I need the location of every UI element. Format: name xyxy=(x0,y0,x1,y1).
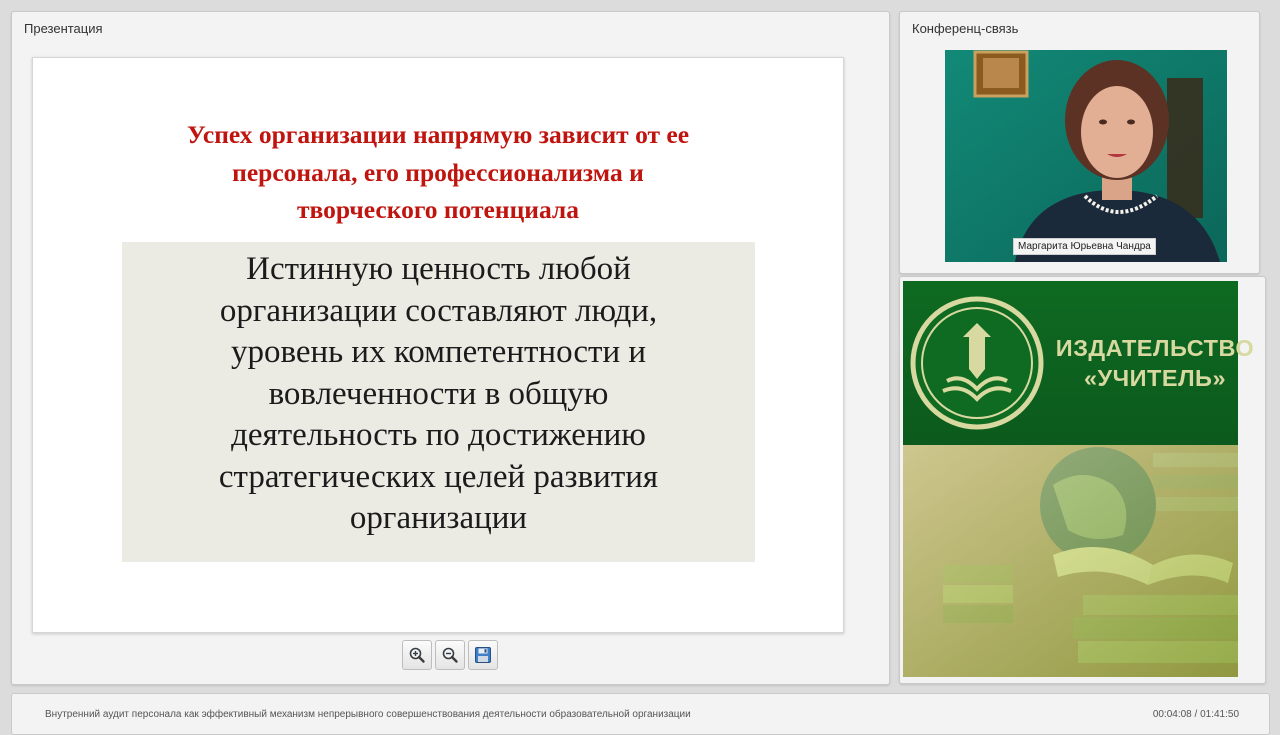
books-globe-illustration xyxy=(903,445,1238,677)
zoom-out-icon xyxy=(442,647,458,663)
presentation-panel: Презентация Успех организации напрямую з… xyxy=(11,11,890,685)
slide-heading-line: творческого потенциала xyxy=(297,195,579,224)
zoom-in-icon xyxy=(409,647,425,663)
bottom-bar: Внутренний аудит персонала как эффективн… xyxy=(11,693,1270,735)
slide-heading-line: персонала, его профессионализма и xyxy=(232,157,644,187)
zoom-out-button[interactable] xyxy=(435,640,465,670)
slide-body-line: Истинную ценность любой xyxy=(246,251,631,287)
slide-text-box: Истинную ценность любой организации сост… xyxy=(122,242,755,562)
publisher-banner-header[interactable]: ИЗДАТЕЛЬСТВО «УЧИТЕЛЬ» xyxy=(903,281,1254,445)
zoom-in-button[interactable] xyxy=(402,640,432,670)
publisher-brand-line: ИЗДАТЕЛЬСТВО xyxy=(1055,335,1255,361)
participant-name-caption: Маргарита Юрьевна Чандра xyxy=(1013,238,1156,255)
slide-body: Истинную ценность любой организации сост… xyxy=(122,249,755,540)
slide-heading: Успех организации напрямую зависит от ее… xyxy=(93,116,783,229)
slide-body-line: организации xyxy=(349,500,528,536)
publisher-banner-panel: ИЗДАТЕЛЬСТВО «УЧИТЕЛЬ» xyxy=(899,276,1266,684)
publisher-brand: ИЗДАТЕЛЬСТВО «УЧИТЕЛЬ» xyxy=(1055,333,1255,393)
publisher-brand-line: «УЧИТЕЛЬ» xyxy=(1083,365,1227,391)
slide-body-line: стратегических целей развития xyxy=(218,458,659,495)
presentation-panel-title: Презентация xyxy=(24,21,103,36)
participant-video[interactable]: Маргарита Юрьевна Чандра xyxy=(945,50,1227,262)
save-button[interactable] xyxy=(468,640,498,670)
slide-body-line: уровень их компетентности и xyxy=(230,334,647,370)
presentation-slide: Успех организации напрямую зависит от ее… xyxy=(32,57,844,633)
save-icon xyxy=(475,647,491,663)
lesson-title: Внутренний аудит персонала как эффективн… xyxy=(45,709,691,720)
conference-panel-title: Конференц-связь xyxy=(912,21,1019,36)
participant-video-image xyxy=(945,50,1227,262)
slide-body-line: вовлеченности в общую xyxy=(268,375,609,412)
publisher-logo-icon xyxy=(910,296,1044,430)
slide-body-line: деятельность по достижению xyxy=(231,417,646,453)
publisher-banner-image xyxy=(903,445,1238,677)
slide-body-line: организации составляют люди, xyxy=(219,292,658,329)
conference-panel: Конференц-связь Маргарита Юрьевна Чандра xyxy=(899,11,1260,274)
slide-heading-line: Успех организации напрямую зависит от ее xyxy=(186,120,690,149)
playback-time: 00:04:08 / 01:41:50 xyxy=(1152,709,1239,720)
